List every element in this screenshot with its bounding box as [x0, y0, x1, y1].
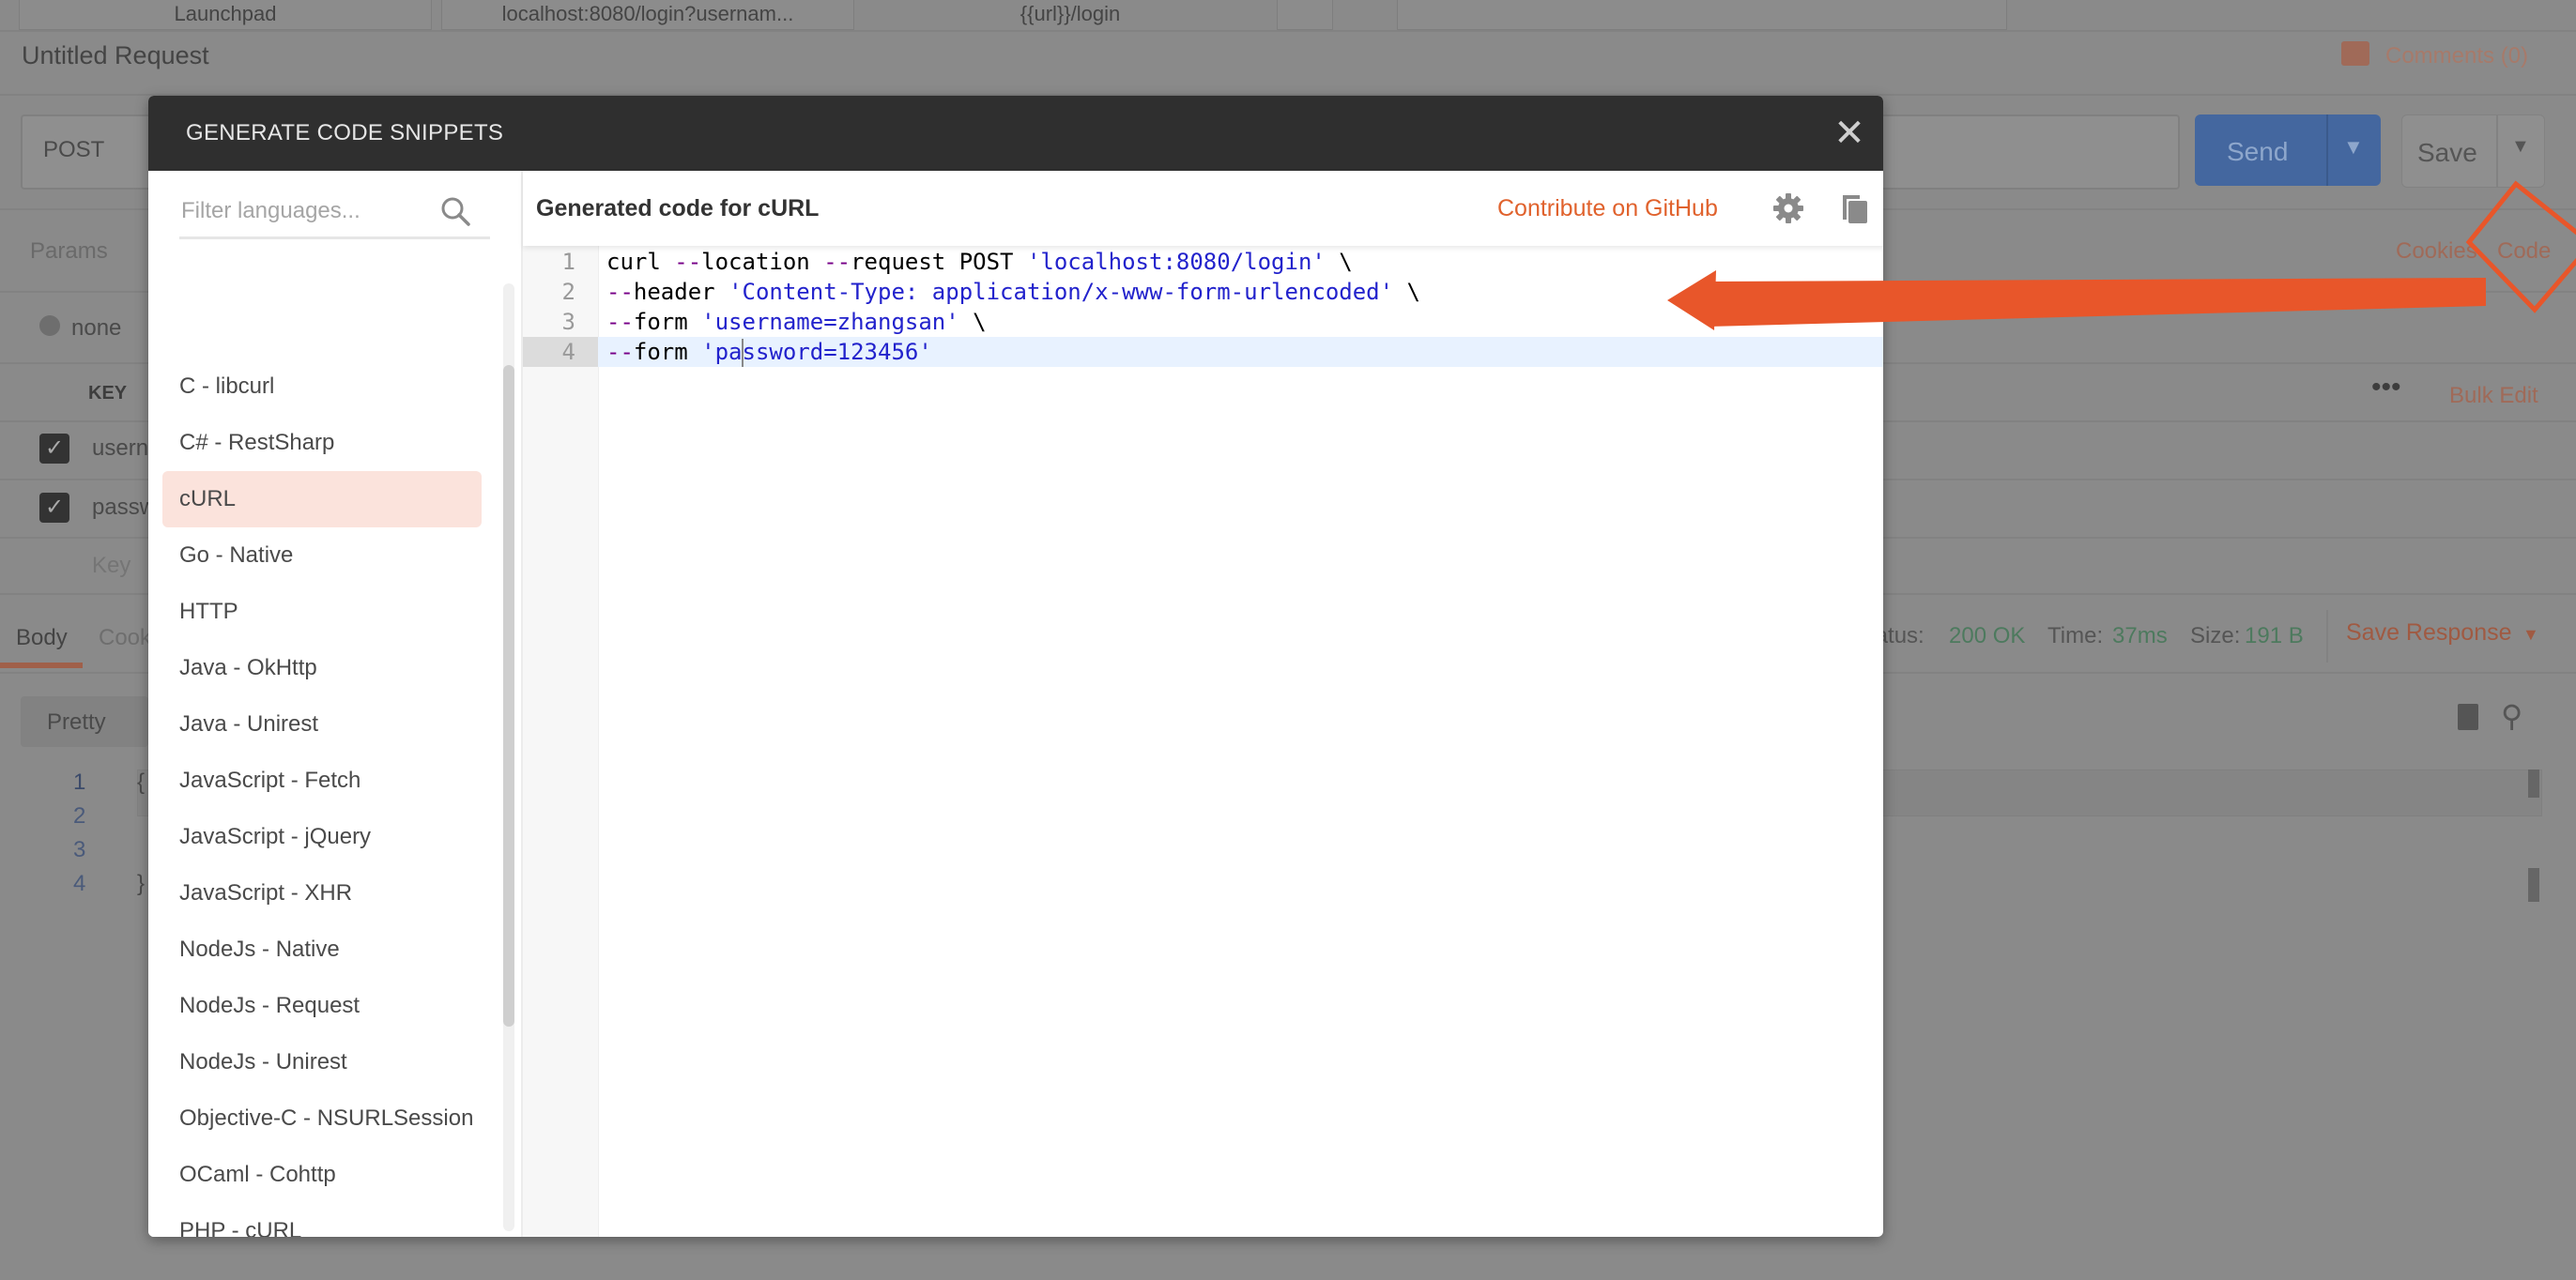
annotation-arrow-head [1667, 270, 1716, 330]
annotation-arrow-shaft [1709, 278, 2486, 327]
annotation-arrow [1667, 180, 2576, 330]
